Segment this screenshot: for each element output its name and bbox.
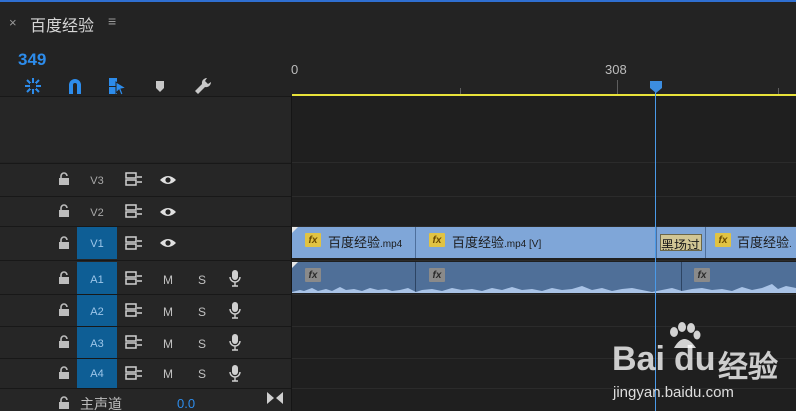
- lock-icon[interactable]: [58, 204, 70, 218]
- sync-lock-icon[interactable]: [125, 172, 143, 186]
- sequence-tab-title[interactable]: 百度经验: [30, 12, 94, 36]
- clip-corner-icon: [292, 262, 298, 268]
- snap-magnet-icon[interactable]: [64, 75, 86, 97]
- track-label-a1[interactable]: A1: [77, 274, 117, 286]
- sync-lock-icon[interactable]: [125, 366, 143, 380]
- track-label-v1[interactable]: V1: [77, 238, 117, 250]
- fx-badge-icon[interactable]: fx: [715, 233, 731, 247]
- eye-icon[interactable]: [159, 237, 177, 249]
- wrench-settings-icon[interactable]: [192, 75, 214, 97]
- ruler-label-308: 308: [605, 62, 627, 77]
- mute-button-a1[interactable]: M: [163, 273, 173, 287]
- fx-badge-icon[interactable]: fx: [305, 233, 321, 247]
- video-clip-2[interactable]: fx 百度经验.mp4 [V]: [416, 227, 657, 258]
- sync-lock-icon[interactable]: [125, 271, 143, 285]
- lock-icon[interactable]: [58, 396, 70, 410]
- black-fade-transition[interactable]: 黑场过: [660, 234, 702, 251]
- track-label-v3[interactable]: V3: [77, 175, 117, 187]
- sync-lock-icon[interactable]: [125, 335, 143, 349]
- track-divider: [292, 294, 796, 295]
- sync-lock-icon[interactable]: [125, 236, 143, 250]
- fx-badge-icon[interactable]: fx: [429, 233, 445, 247]
- panel-tab-bar: [0, 2, 796, 42]
- mute-button-a2[interactable]: M: [163, 305, 173, 319]
- track-header-a2: [0, 294, 291, 326]
- track-header-a4: [0, 358, 291, 388]
- time-ruler[interactable]: [292, 42, 796, 96]
- clip-name: 百度经验.mp4 [V]: [452, 235, 542, 250]
- microphone-icon[interactable]: [229, 364, 241, 382]
- lock-icon[interactable]: [58, 303, 70, 317]
- track-header-v1: [0, 226, 291, 260]
- track-label-a4[interactable]: A4: [77, 368, 117, 380]
- solo-button-a4[interactable]: S: [198, 367, 206, 381]
- track-header-v3: [0, 163, 291, 196]
- track-divider: [292, 196, 796, 197]
- sync-lock-icon[interactable]: [125, 204, 143, 218]
- collapse-icon[interactable]: [266, 391, 284, 405]
- solo-button-a3[interactable]: S: [198, 337, 206, 351]
- linked-selection-icon[interactable]: [106, 75, 128, 97]
- track-divider: [292, 260, 796, 261]
- microphone-icon[interactable]: [229, 333, 241, 351]
- clip-name: 百度经验.: [737, 235, 792, 250]
- track-header-master: [0, 388, 291, 411]
- playhead-handle[interactable]: [649, 80, 663, 94]
- track-divider: [292, 162, 796, 163]
- lock-icon[interactable]: [58, 271, 70, 285]
- watermark-cn-text: 经验: [718, 351, 778, 384]
- watermark-url: jingyan.baidu.com: [613, 384, 734, 401]
- master-track-label: 主声道: [80, 396, 122, 411]
- add-marker-icon[interactable]: [149, 75, 171, 97]
- track-header-a1: [0, 260, 291, 294]
- microphone-icon[interactable]: [229, 269, 241, 287]
- microphone-icon[interactable]: [229, 301, 241, 319]
- video-clip-1[interactable]: fx 百度经验.mp4: [292, 227, 416, 258]
- track-label-a3[interactable]: A3: [77, 338, 117, 350]
- clip-name: 百度经验.mp4: [328, 235, 403, 250]
- solo-button-a1[interactable]: S: [198, 273, 206, 287]
- playhead-timecode[interactable]: 349: [18, 50, 46, 70]
- lock-icon[interactable]: [58, 172, 70, 186]
- lock-icon[interactable]: [58, 335, 70, 349]
- mute-button-a4[interactable]: M: [163, 367, 173, 381]
- track-header-v2: [0, 196, 291, 226]
- track-header-spacer: [0, 96, 291, 162]
- tab-menu-icon[interactable]: ≡: [108, 13, 116, 29]
- clip-corner-icon: [292, 227, 298, 233]
- solo-button-a2[interactable]: S: [198, 305, 206, 319]
- track-header-a3: [0, 326, 291, 358]
- video-clip-3[interactable]: fx 百度经验.: [706, 227, 796, 258]
- sync-lock-icon[interactable]: [125, 303, 143, 317]
- audio-waveform: [292, 284, 796, 293]
- master-volume-value[interactable]: 0.0: [177, 396, 195, 411]
- lock-icon[interactable]: [58, 366, 70, 380]
- track-label-v2[interactable]: V2: [77, 207, 117, 219]
- lock-icon[interactable]: [58, 236, 70, 250]
- nest-sequence-icon[interactable]: [22, 75, 44, 97]
- eye-icon[interactable]: [159, 206, 177, 218]
- ruler-label-start: 0: [291, 62, 299, 77]
- mute-button-a3[interactable]: M: [163, 337, 173, 351]
- eye-icon[interactable]: [159, 174, 177, 186]
- watermark-logo-text: Bai: [612, 340, 665, 378]
- ruler-tick: [617, 80, 618, 94]
- tab-close-button[interactable]: ×: [9, 15, 17, 30]
- track-label-a2[interactable]: A2: [77, 306, 117, 318]
- watermark-logo-text2: du: [674, 340, 716, 378]
